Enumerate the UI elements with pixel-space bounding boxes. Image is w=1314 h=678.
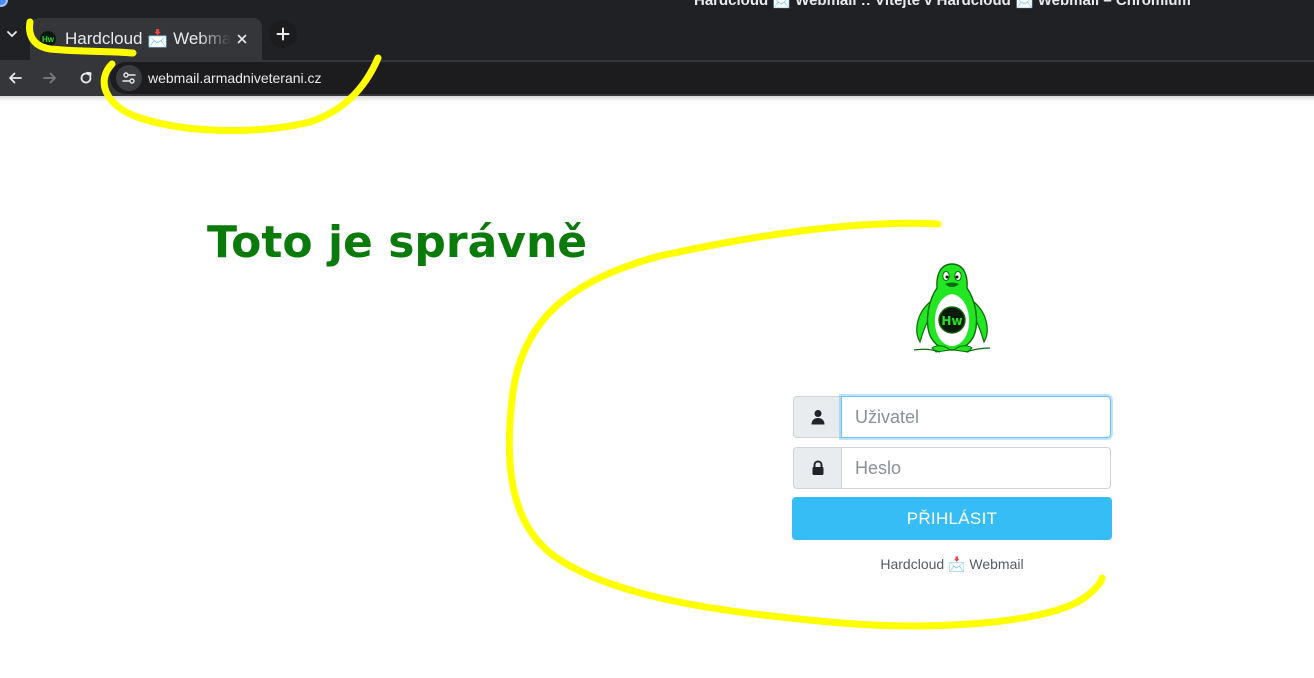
close-icon bbox=[237, 34, 247, 44]
annotation-text: Toto je správně bbox=[207, 217, 588, 268]
new-tab-button[interactable] bbox=[269, 20, 297, 48]
forward-arrow-icon bbox=[43, 72, 56, 84]
plus-icon bbox=[276, 27, 290, 41]
browser-window: Hardcloud 📩 Webmail :: Vítejte v Hardclo… bbox=[0, 0, 1314, 678]
logo-badge-text: Hw bbox=[941, 314, 962, 328]
tab-close-button[interactable] bbox=[230, 27, 254, 51]
tab-title: Hardcloud 📩 Webmail :: Vítejte v Hardclo… bbox=[65, 29, 231, 48]
reload-button[interactable] bbox=[74, 66, 98, 90]
username-addon bbox=[793, 396, 841, 438]
favicon-icon: Hw bbox=[40, 31, 56, 47]
reload-icon bbox=[80, 71, 92, 84]
chromium-app-icon bbox=[0, 0, 8, 7]
window-title: Hardcloud 📩 Webmail :: Vítejte v Hardclo… bbox=[694, 0, 1191, 9]
tab-active[interactable]: Hw Hardcloud 📩 Webmail :: Vítejte v Hard… bbox=[30, 18, 262, 60]
lock-icon bbox=[812, 460, 823, 475]
login-button[interactable]: PŘIHLÁSIT bbox=[792, 497, 1112, 540]
password-input[interactable] bbox=[841, 447, 1111, 489]
browser-toolbar: webmail.armadniveterani.cz bbox=[0, 60, 1314, 96]
username-group bbox=[793, 396, 1111, 438]
chevron-down-icon bbox=[7, 31, 17, 38]
toolbar-divider bbox=[0, 96, 1314, 102]
footer-brand-text: Hardcloud 📩 Webmail bbox=[880, 556, 1024, 572]
back-arrow-icon bbox=[9, 72, 22, 84]
tab-search-button[interactable] bbox=[0, 22, 24, 46]
site-info-button[interactable] bbox=[116, 65, 142, 91]
url-text[interactable]: webmail.armadniveterani.cz bbox=[148, 70, 322, 86]
back-button[interactable] bbox=[3, 66, 27, 90]
forward-button[interactable] bbox=[38, 66, 62, 90]
address-bar[interactable]: webmail.armadniveterani.cz bbox=[110, 62, 1314, 94]
penguin-logo: Hw bbox=[913, 263, 991, 353]
password-addon bbox=[793, 447, 841, 489]
password-group bbox=[793, 447, 1111, 489]
username-input[interactable] bbox=[841, 396, 1111, 438]
tune-icon bbox=[122, 72, 136, 84]
tab-strip: Hardcloud 📩 Webmail :: Vítejte v Hardclo… bbox=[0, 0, 1314, 60]
user-icon bbox=[811, 410, 824, 425]
